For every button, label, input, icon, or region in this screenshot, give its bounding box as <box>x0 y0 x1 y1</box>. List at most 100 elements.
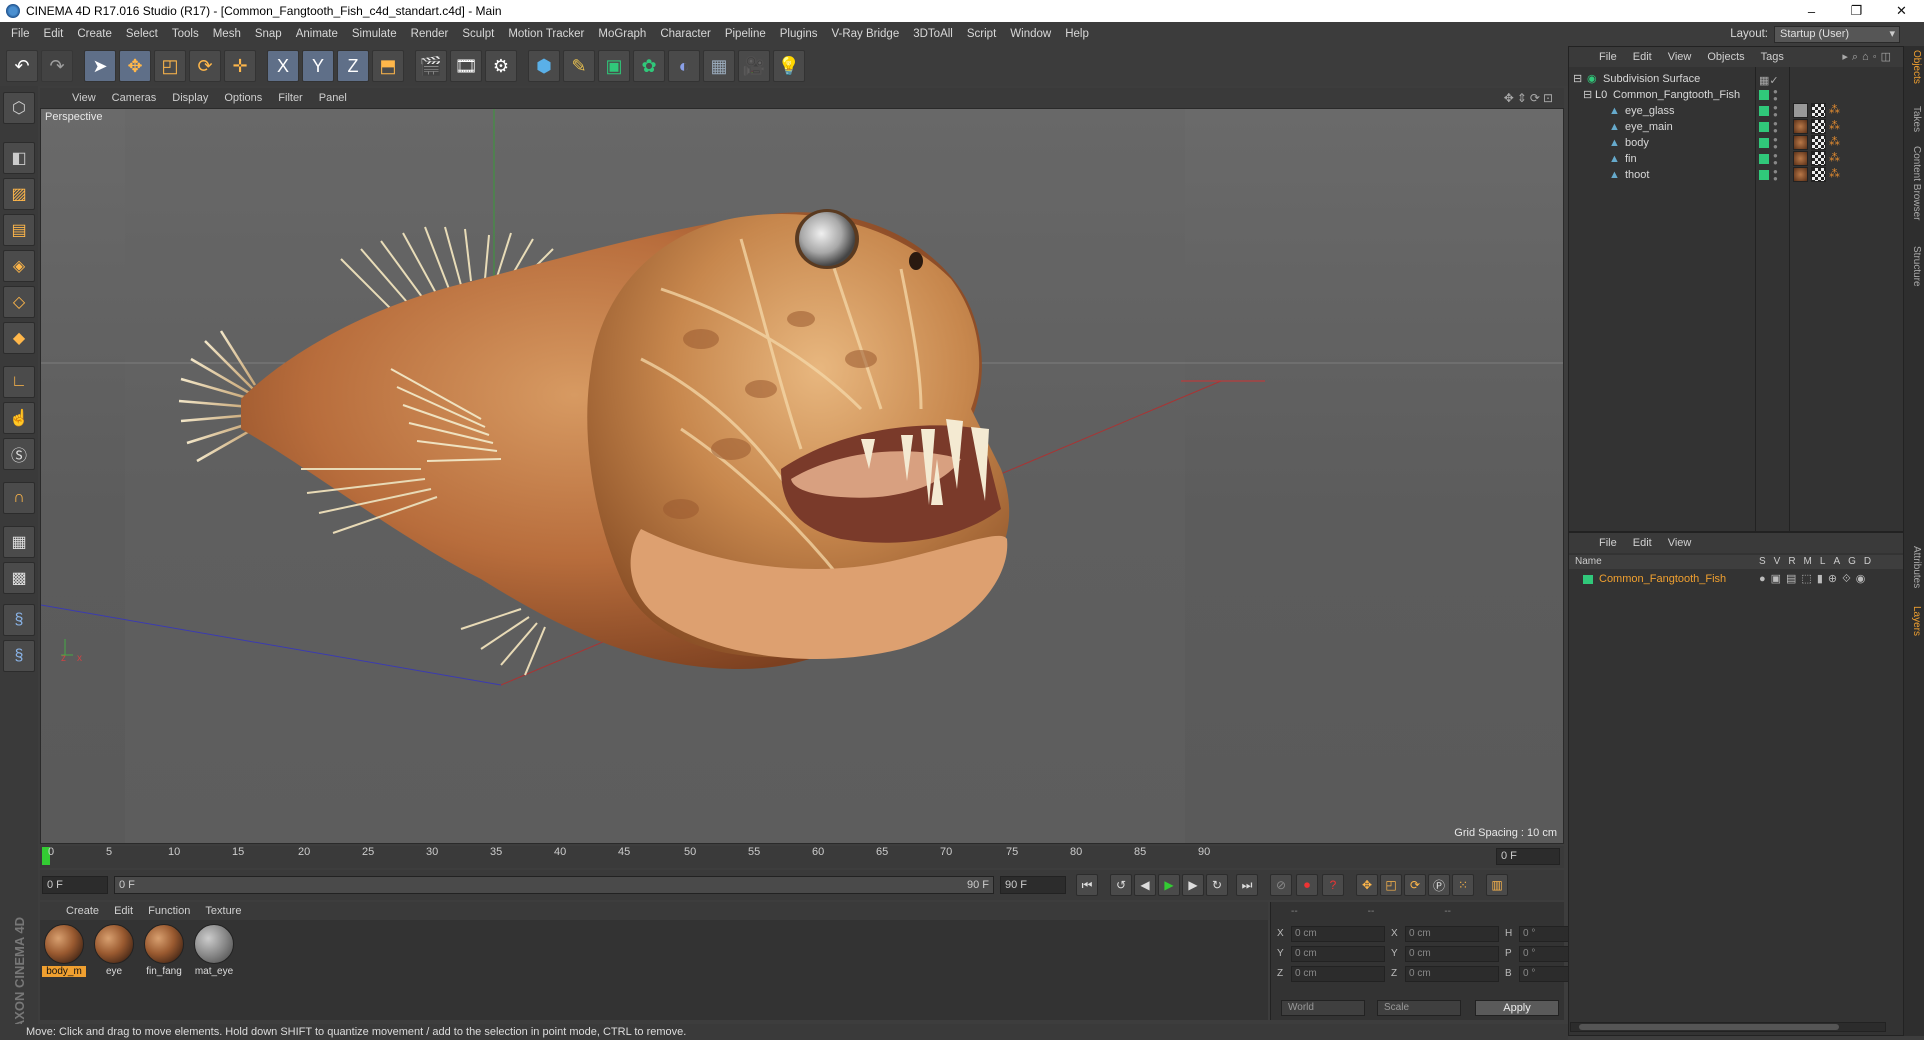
move-icon[interactable]: ✥ <box>119 50 151 82</box>
uvw-tag[interactable] <box>1811 119 1826 134</box>
viewport-menu-panel[interactable]: Panel <box>311 92 355 104</box>
key-parameter-icon[interactable]: Ⓟ <box>1428 874 1450 896</box>
points-mode-icon[interactable]: ◈ <box>3 250 35 282</box>
menu-sculpt[interactable]: Sculpt <box>455 22 501 46</box>
key-scale-icon[interactable]: ◰ <box>1380 874 1402 896</box>
menu-vray-bridge[interactable]: V-Ray Bridge <box>824 22 906 46</box>
light-icon[interactable]: 💡 <box>773 50 805 82</box>
render-settings-icon[interactable]: ⚙ <box>485 50 517 82</box>
deformer-icon[interactable]: ◐ <box>668 50 700 82</box>
current-frame-field[interactable]: 0 F <box>1496 848 1560 865</box>
menu-3dtoall[interactable]: 3DToAll <box>906 22 960 46</box>
material-tag[interactable] <box>1793 167 1808 182</box>
key-pla-icon[interactable]: ⁙ <box>1452 874 1474 896</box>
tab-attributes[interactable]: Attributes <box>1906 546 1922 588</box>
size-mode-dropdown[interactable]: Scale <box>1377 1000 1461 1016</box>
x-axis-icon[interactable]: X <box>267 50 299 82</box>
material-tag[interactable] <box>1793 119 1808 134</box>
position-z-field[interactable]: 0 cm <box>1291 966 1385 982</box>
material-menu-texture[interactable]: Texture <box>199 902 247 920</box>
play-icon[interactable]: ▶ <box>1158 874 1180 896</box>
python-icon[interactable]: § <box>3 604 35 636</box>
menu-window[interactable]: Window <box>1003 22 1058 46</box>
visibility-dots[interactable]: ● ● <box>1773 104 1778 119</box>
uvw-tag[interactable] <box>1811 135 1826 150</box>
material-menu-edit[interactable]: Edit <box>108 902 139 920</box>
material-tag[interactable] <box>1793 151 1808 166</box>
material-eye[interactable]: eye <box>92 924 136 977</box>
tab-takes[interactable]: Takes <box>1906 106 1922 132</box>
layer-color-swatch[interactable] <box>1759 90 1769 100</box>
menu-mograph[interactable]: MoGraph <box>591 22 653 46</box>
live-move-icon[interactable]: ✛ <box>224 50 256 82</box>
close-button[interactable]: ✕ <box>1879 0 1924 22</box>
layer-row[interactable]: Common_Fangtooth_Fish ●▣▤⬚▮⊕⟐◉ <box>1569 571 1903 587</box>
object-menu-tags[interactable]: Tags <box>1753 51 1792 63</box>
object-menu-file[interactable]: File <box>1591 51 1625 63</box>
render-view-icon[interactable]: 🎬 <box>415 50 447 82</box>
material-menu-create[interactable]: Create <box>60 902 105 920</box>
timeline-ruler[interactable]: 0 5 10 15 20 25 30 35 40 45 50 55 60 65 … <box>40 846 1564 868</box>
menu-file[interactable]: File <box>4 22 37 46</box>
material-tag[interactable] <box>1793 103 1808 118</box>
previous-frame-icon[interactable]: ◀ <box>1134 874 1156 896</box>
layer-color-swatch[interactable] <box>1759 138 1769 148</box>
viewport-menu-display[interactable]: Display <box>164 92 216 104</box>
object-row-thoot[interactable]: ▲ thoot ● ● ⁂ <box>1569 165 1903 185</box>
layer-horizontal-scrollbar[interactable] <box>1570 1022 1886 1032</box>
z-axis-icon[interactable]: Z <box>337 50 369 82</box>
snap-icon[interactable]: Ⓢ <box>3 438 35 470</box>
menu-snap[interactable]: Snap <box>248 22 289 46</box>
object-menu-edit[interactable]: Edit <box>1625 51 1660 63</box>
object-menu-objects[interactable]: Objects <box>1699 51 1752 63</box>
visibility-dots[interactable]: ● ● <box>1773 120 1778 135</box>
layer-color-swatch[interactable] <box>1759 154 1769 164</box>
uvw-tag[interactable] <box>1811 103 1826 118</box>
timeline-window-icon[interactable]: ▥ <box>1486 874 1508 896</box>
start-frame-field[interactable]: 0 F <box>42 876 108 894</box>
select-arrow-icon[interactable]: ➤ <box>84 50 116 82</box>
subdivision-icon[interactable]: ▣ <box>598 50 630 82</box>
workplane-icon[interactable]: ▤ <box>3 214 35 246</box>
position-y-field[interactable]: 0 cm <box>1291 946 1385 962</box>
record-keys-off-icon[interactable]: ⊘ <box>1270 874 1292 896</box>
menu-animate[interactable]: Animate <box>289 22 345 46</box>
cube-icon[interactable]: ⬢ <box>528 50 560 82</box>
redo-icon[interactable]: ↷ <box>41 50 73 82</box>
axis-mode-icon[interactable]: ∟ <box>3 366 35 398</box>
coordinate-mode-dropdown[interactable]: World <box>1281 1000 1365 1016</box>
material-mat-eye[interactable]: mat_eye <box>192 924 236 977</box>
python-script-icon[interactable]: § <box>3 640 35 672</box>
visibility-dots[interactable]: ● ● <box>1773 88 1778 103</box>
menu-render[interactable]: Render <box>404 22 456 46</box>
tab-structure[interactable]: Structure <box>1906 246 1922 287</box>
undo-icon[interactable]: ↶ <box>6 50 38 82</box>
floor-icon[interactable]: ▦ <box>703 50 735 82</box>
menu-simulate[interactable]: Simulate <box>345 22 404 46</box>
edges-mode-icon[interactable]: ◇ <box>3 286 35 318</box>
position-x-field[interactable]: 0 cm <box>1291 926 1385 942</box>
layer-menu-edit[interactable]: Edit <box>1625 537 1660 549</box>
object-manager-tools-icons[interactable]: ▸⌕⌂◦◫ <box>1834 50 1903 64</box>
size-y-field[interactable]: 0 cm <box>1405 946 1499 962</box>
minimize-button[interactable]: – <box>1789 0 1834 22</box>
camera-icon[interactable]: 🎥 <box>738 50 770 82</box>
next-key-icon[interactable]: ↻ <box>1206 874 1228 896</box>
key-position-icon[interactable]: ✥ <box>1356 874 1378 896</box>
visibility-dots[interactable]: ● ● <box>1773 152 1778 167</box>
uvw-tag[interactable] <box>1811 167 1826 182</box>
menu-plugins[interactable]: Plugins <box>773 22 825 46</box>
menu-select[interactable]: Select <box>119 22 165 46</box>
go-to-start-icon[interactable]: ⏮ <box>1076 874 1098 896</box>
cloner-icon[interactable]: ✿ <box>633 50 665 82</box>
size-x-field[interactable]: 0 cm <box>1405 926 1499 942</box>
phong-tag[interactable]: ⁂ <box>1829 135 1844 150</box>
planar-workplane-icon[interactable]: ▩ <box>3 562 35 594</box>
menu-help[interactable]: Help <box>1058 22 1096 46</box>
material-tag[interactable] <box>1793 135 1808 150</box>
menu-mesh[interactable]: Mesh <box>206 22 248 46</box>
tab-content-browser[interactable]: Content Browser <box>1906 146 1922 220</box>
tab-layers[interactable]: Layers <box>1906 606 1922 636</box>
viewport-menu-view[interactable]: View <box>64 92 104 104</box>
end-frame-field[interactable]: 90 F <box>1000 876 1066 894</box>
